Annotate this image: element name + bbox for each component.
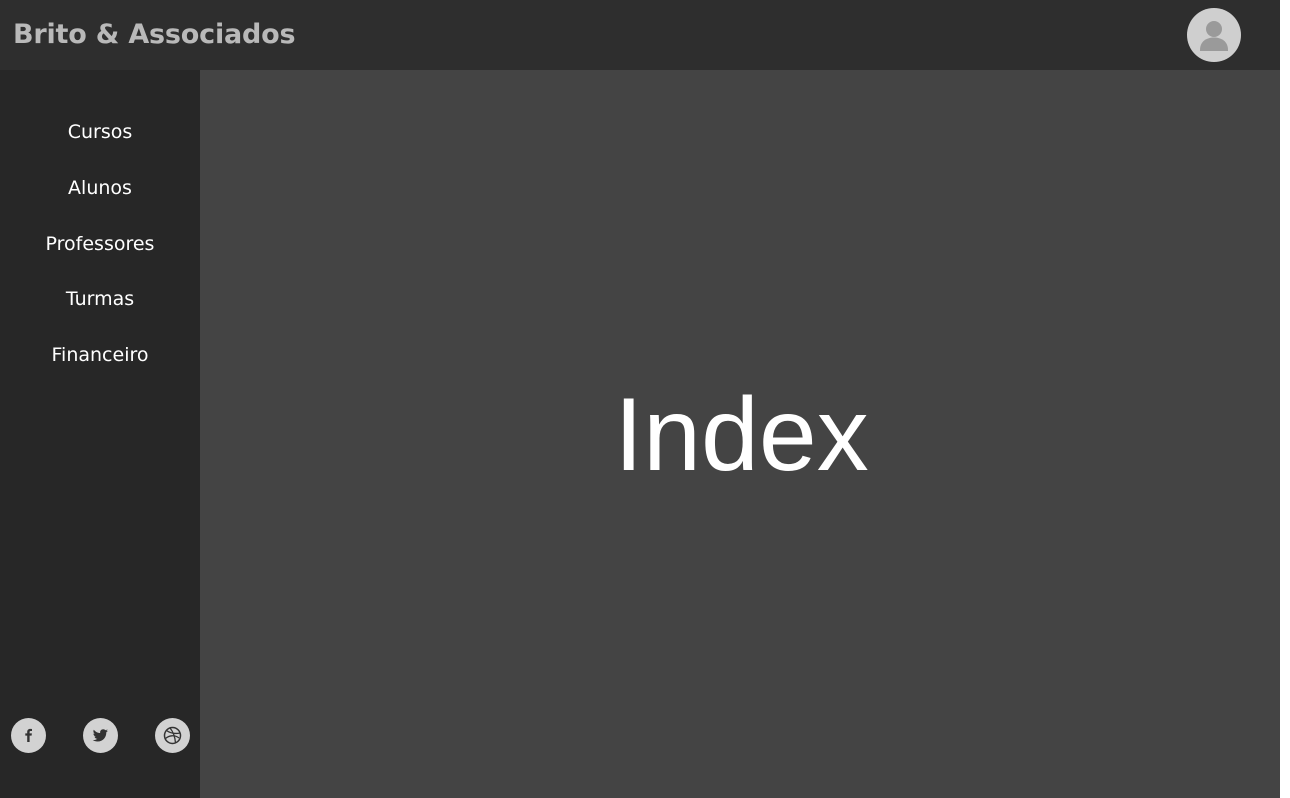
sidebar-item-cursos[interactable]: Cursos <box>0 120 200 144</box>
user-avatar-icon <box>1200 21 1228 51</box>
facebook-link[interactable] <box>11 718 46 753</box>
app-window: Brito & Associados Cursos Alunos Profess… <box>0 0 1280 798</box>
sidebar-item-turmas[interactable]: Turmas <box>0 287 200 311</box>
dribbble-link[interactable] <box>155 718 190 753</box>
main-content: Index <box>200 70 1280 798</box>
twitter-icon <box>92 729 108 742</box>
top-bar: Brito & Associados <box>0 0 1280 70</box>
sidebar-item-professores[interactable]: Professores <box>0 232 200 256</box>
user-avatar-button[interactable] <box>1187 8 1241 62</box>
brand-title[interactable]: Brito & Associados <box>13 17 296 53</box>
page-title: Index <box>614 377 869 493</box>
facebook-icon <box>25 728 32 742</box>
sidebar-item-financeiro[interactable]: Financeiro <box>0 343 200 367</box>
dribbble-icon <box>163 726 182 745</box>
sidebar-item-alunos[interactable]: Alunos <box>0 176 200 200</box>
sidebar: Cursos Alunos Professores Turmas Finance… <box>0 70 200 798</box>
twitter-link[interactable] <box>83 718 118 753</box>
